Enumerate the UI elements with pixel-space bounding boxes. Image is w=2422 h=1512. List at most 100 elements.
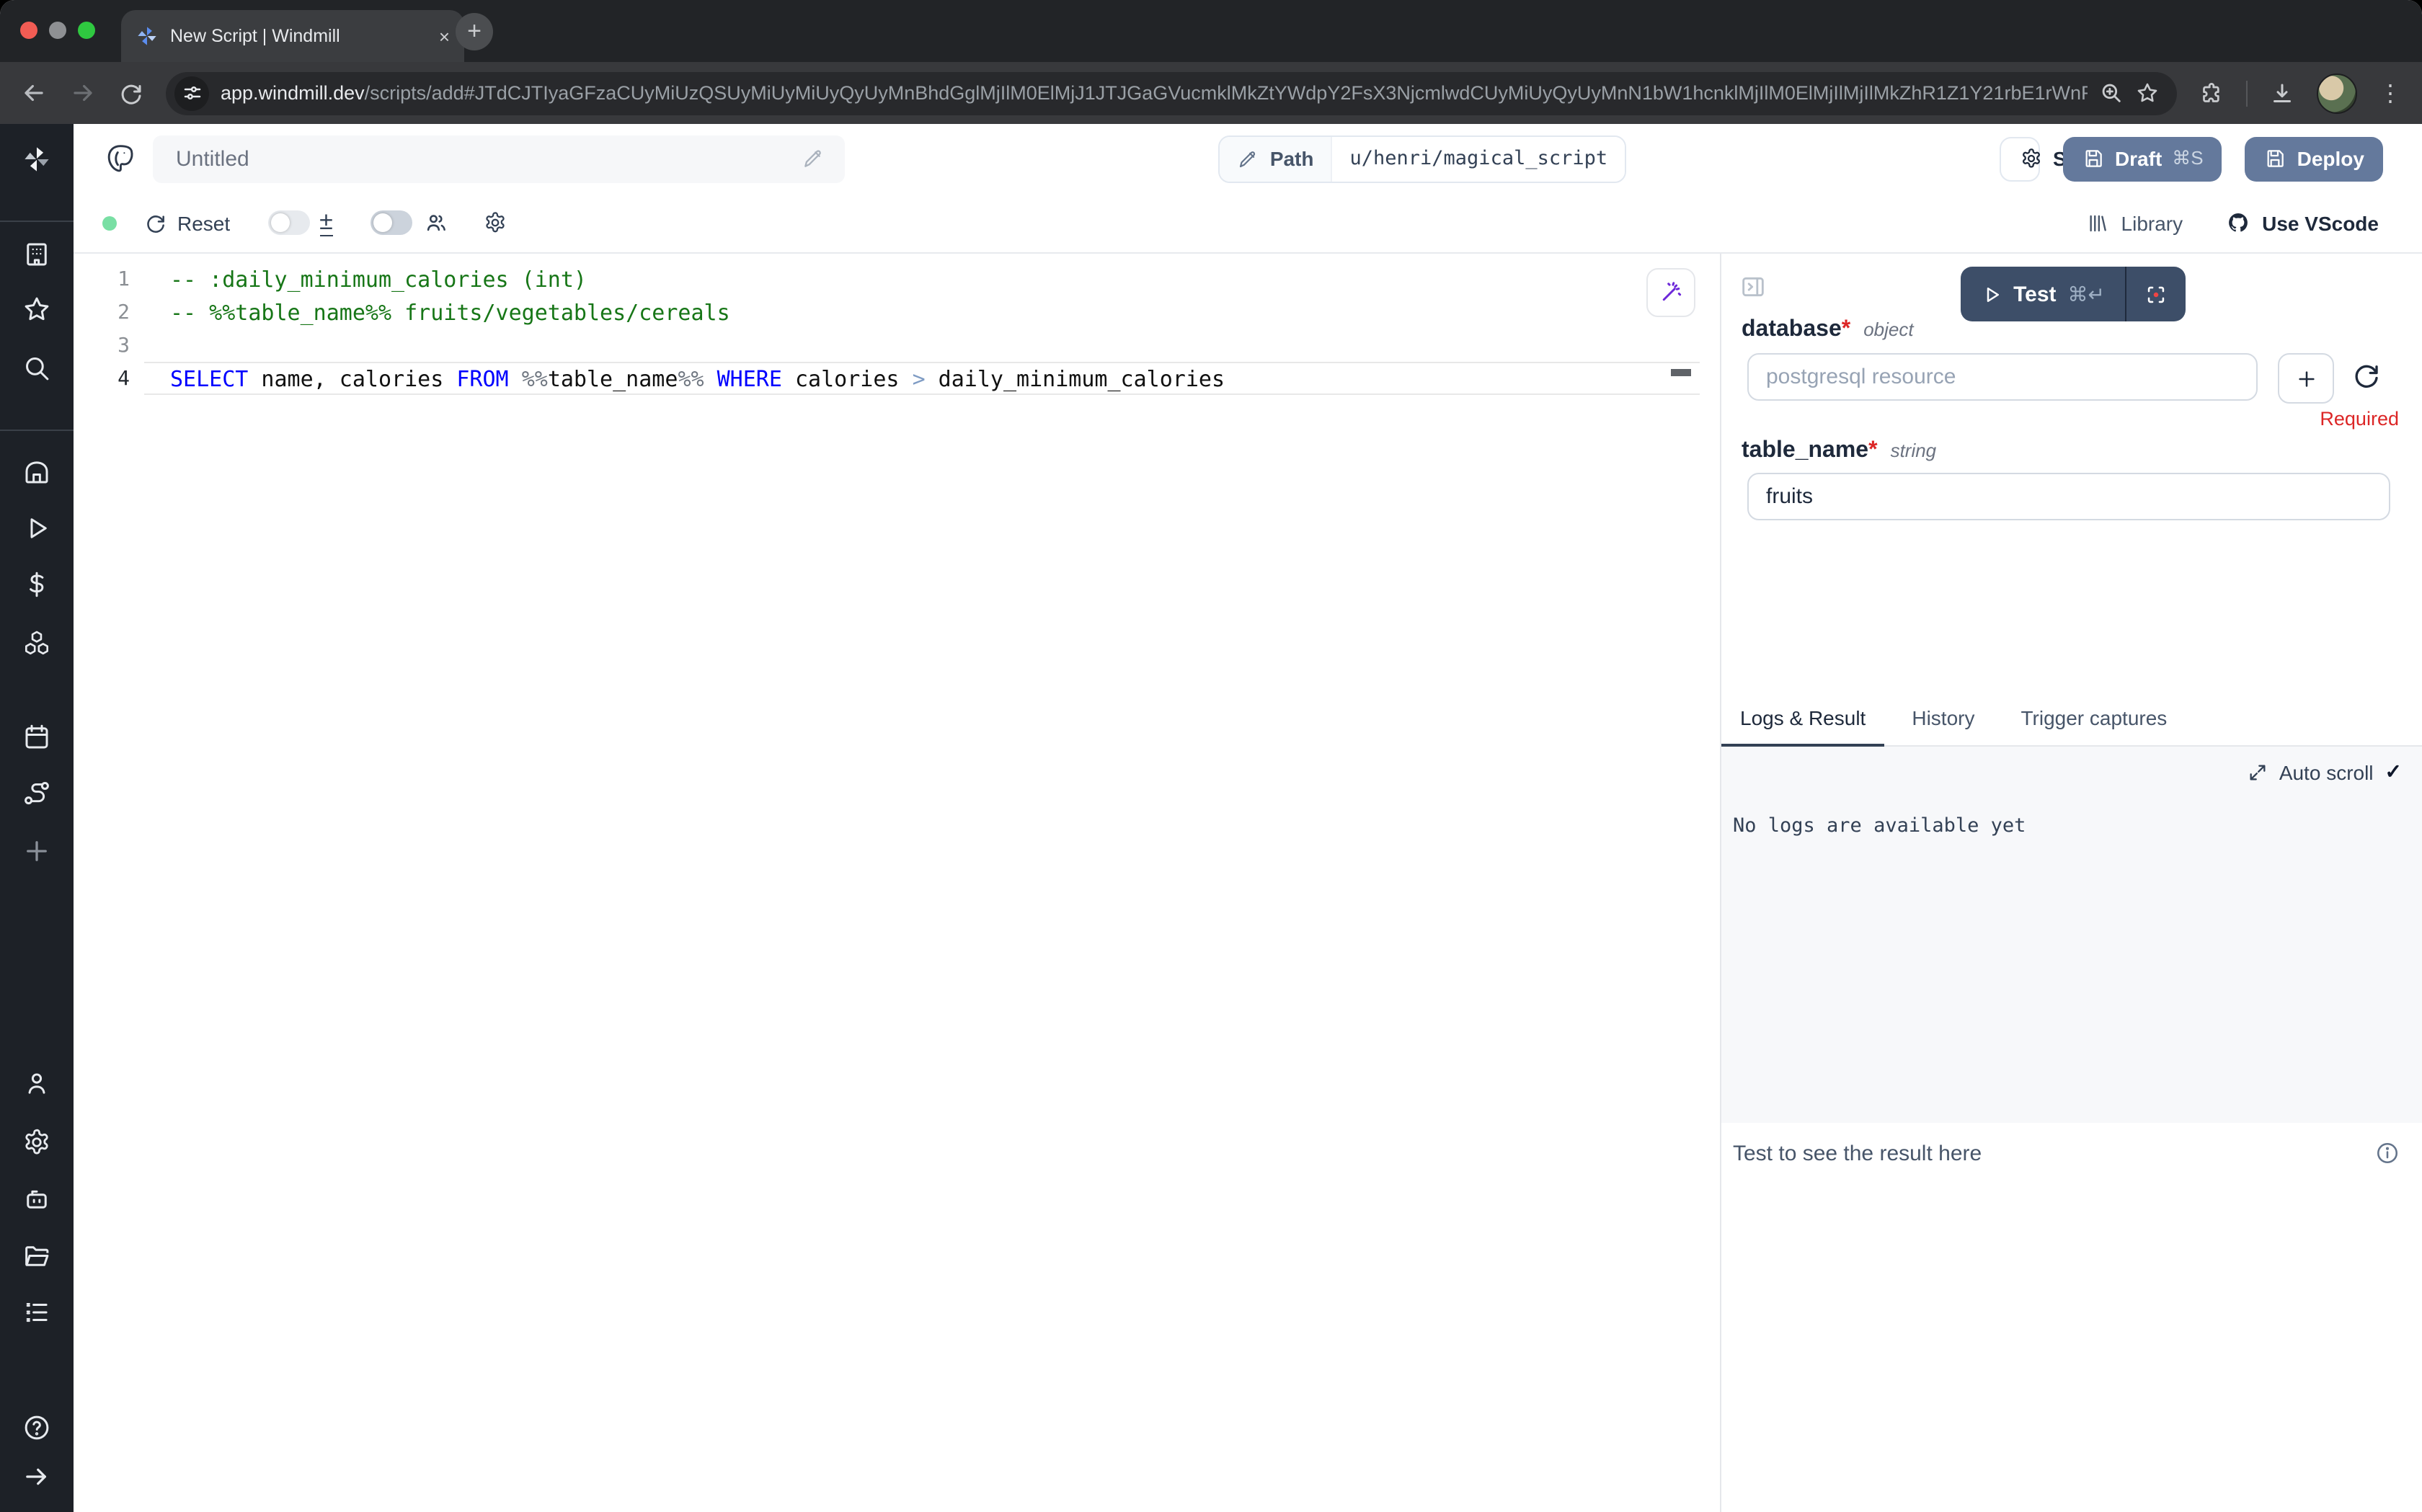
- new-tab-button[interactable]: +: [456, 13, 493, 50]
- url-host: app.windmill.dev: [221, 82, 365, 104]
- line-number: 3: [74, 334, 144, 357]
- bookmark-star-icon[interactable]: [2135, 81, 2160, 105]
- url-path: /scripts/add#JTdCJTIyaGFzaCUyMiUzQSUyMiU…: [365, 82, 2088, 104]
- sidebar-item-resources-cubes-icon[interactable]: [22, 628, 52, 659]
- line-number: 4: [74, 367, 144, 390]
- reset-refresh-icon: [144, 211, 167, 234]
- result-panel: Test to see the result here: [1721, 1123, 2422, 1512]
- path-label: Path: [1270, 147, 1314, 170]
- site-info-icon[interactable]: [174, 76, 209, 110]
- script-title-field[interactable]: [153, 135, 845, 182]
- maximize-window-button[interactable]: [78, 22, 95, 39]
- address-bar[interactable]: app.windmill.dev/scripts/add#JTdCJTIyaGF…: [166, 71, 2177, 115]
- sidebar-item-flows-route-icon[interactable]: [22, 778, 52, 809]
- sidebar-item-folders-icon[interactable]: [22, 1241, 52, 1271]
- sidebar-item-user-icon[interactable]: [22, 1068, 52, 1098]
- table-name-field-label: table_name* string: [1742, 438, 1936, 464]
- code-editor[interactable]: 1-- :daily_minimum_calories (int)2-- %%t…: [74, 254, 1720, 1512]
- info-icon[interactable]: [2374, 1140, 2400, 1166]
- browser-tab[interactable]: New Script | Windmill ×: [121, 10, 464, 62]
- test-button[interactable]: Test ⌘↵: [1960, 267, 2125, 321]
- sidebar-expand-arrow-icon[interactable]: [22, 1462, 52, 1492]
- collaborators-users-icon[interactable]: [424, 210, 448, 235]
- editor-toolbar: Reset ± Library Use VScode: [74, 193, 2422, 254]
- window-controls[interactable]: [20, 22, 95, 39]
- browser-menu-icon[interactable]: ⋮: [2379, 79, 2402, 107]
- field-type: string: [1891, 440, 1937, 461]
- add-resource-button[interactable]: [2278, 353, 2334, 404]
- plus-icon: [2294, 367, 2317, 390]
- edit-title-pencil-icon[interactable]: [802, 147, 825, 170]
- sidebar-item-workspace[interactable]: [22, 239, 52, 270]
- sidebar-item-help-icon[interactable]: [22, 1413, 52, 1443]
- code-line[interactable]: 1-- :daily_minimum_calories (int): [74, 262, 1720, 295]
- logs-panel: Auto scroll ✓ No logs are available yet: [1721, 747, 2422, 1123]
- sidebar-item-search-icon[interactable]: [22, 353, 52, 383]
- close-window-button[interactable]: [20, 22, 37, 39]
- windmill-logo-icon[interactable]: [22, 144, 52, 174]
- draft-button[interactable]: Draft ⌘S: [2063, 136, 2222, 181]
- code-line[interactable]: 3: [74, 329, 1720, 362]
- code-line[interactable]: 4SELECT name, calories FROM %%table_name…: [74, 362, 1720, 395]
- sidebar-item-variables-dollar-icon[interactable]: [22, 569, 52, 600]
- tab-close-icon[interactable]: ×: [439, 25, 450, 47]
- database-field-label: database* object: [1742, 317, 1914, 343]
- settings-button[interactable]: Settings: [2000, 136, 2040, 181]
- auto-scroll-control[interactable]: Auto scroll ✓: [2248, 760, 2402, 784]
- sidebar-item-add-plus-icon[interactable]: [22, 836, 52, 866]
- auto-scroll-check: ✓: [2385, 760, 2402, 784]
- library-button[interactable]: Library: [2087, 211, 2183, 234]
- required-message: Required: [2320, 408, 2399, 430]
- sidebar-item-audit-logs-list-icon[interactable]: [22, 1297, 52, 1328]
- reset-button[interactable]: Reset: [144, 211, 230, 234]
- profile-avatar[interactable]: [2317, 73, 2357, 113]
- capture-run-button[interactable]: [2126, 267, 2186, 321]
- minimize-window-button[interactable]: [49, 22, 66, 39]
- sidebar-item-runs-play-icon[interactable]: [22, 513, 52, 543]
- editor-settings-gear-icon[interactable]: [483, 210, 507, 235]
- script-header: Path u/henri/magical_script Settings Dra…: [74, 124, 2422, 193]
- collapse-panel-icon[interactable]: [1739, 272, 1767, 301]
- draft-label: Draft: [2115, 147, 2162, 170]
- back-icon[interactable]: [20, 79, 48, 107]
- field-type: object: [1863, 319, 1913, 340]
- database-resource-input[interactable]: [1747, 353, 2258, 401]
- diff-toggle[interactable]: [267, 210, 309, 235]
- sidebar-item-favorites-star-icon[interactable]: [22, 294, 52, 324]
- zoom-icon[interactable]: [2099, 81, 2124, 105]
- tab-trigger-captures[interactable]: Trigger captures: [2002, 706, 2186, 745]
- sidebar-item-settings-gear-icon[interactable]: [22, 1127, 52, 1157]
- code-line[interactable]: 2-- %%table_name%% fruits/vegetables/cer…: [74, 295, 1720, 329]
- line-number: 1: [74, 267, 144, 290]
- sidebar-item-workers-robot-icon[interactable]: [22, 1183, 52, 1214]
- reset-label: Reset: [177, 211, 230, 234]
- magic-wand-icon: [1658, 280, 1684, 306]
- forward-icon[interactable]: [69, 79, 97, 107]
- github-icon: [2226, 210, 2250, 235]
- expand-logs-icon[interactable]: [2248, 762, 2268, 782]
- script-title-input[interactable]: [173, 145, 790, 172]
- diff-plusminus-icon[interactable]: ±: [319, 209, 333, 236]
- url-text[interactable]: app.windmill.dev/scripts/add#JTdCJTIyaGF…: [221, 82, 2088, 104]
- sidebar-item-schedules-calendar-icon[interactable]: [22, 722, 52, 752]
- deploy-label: Deploy: [2297, 147, 2364, 170]
- deploy-button[interactable]: Deploy: [2245, 136, 2383, 181]
- table-name-input[interactable]: [1747, 473, 2390, 520]
- collab-toggle[interactable]: [371, 210, 412, 235]
- extensions-icon[interactable]: [2199, 80, 2224, 106]
- ai-assistant-button[interactable]: [1646, 268, 1695, 317]
- windmill-favicon: [136, 25, 159, 48]
- use-vscode-label: Use VScode: [2262, 211, 2379, 234]
- sidebar-item-home-icon[interactable]: [22, 457, 52, 487]
- tab-history[interactable]: History: [1893, 706, 1993, 745]
- result-placeholder: Test to see the result here: [1733, 1142, 1982, 1166]
- tab-logs-result[interactable]: Logs & Result: [1721, 706, 1884, 745]
- code-lines: 1-- :daily_minimum_calories (int)2-- %%t…: [74, 262, 1720, 395]
- refresh-resources-icon[interactable]: [2351, 360, 2382, 391]
- code-text: -- %%table_name%% fruits/vegetables/cere…: [170, 299, 730, 325]
- reload-icon[interactable]: [118, 80, 144, 106]
- use-vscode-button[interactable]: Use VScode: [2226, 210, 2379, 235]
- script-path-field[interactable]: Path u/henri/magical_script: [1218, 135, 1626, 182]
- preview-panel: Test ⌘↵ database* object: [1720, 254, 2422, 1512]
- download-icon[interactable]: [2269, 80, 2295, 106]
